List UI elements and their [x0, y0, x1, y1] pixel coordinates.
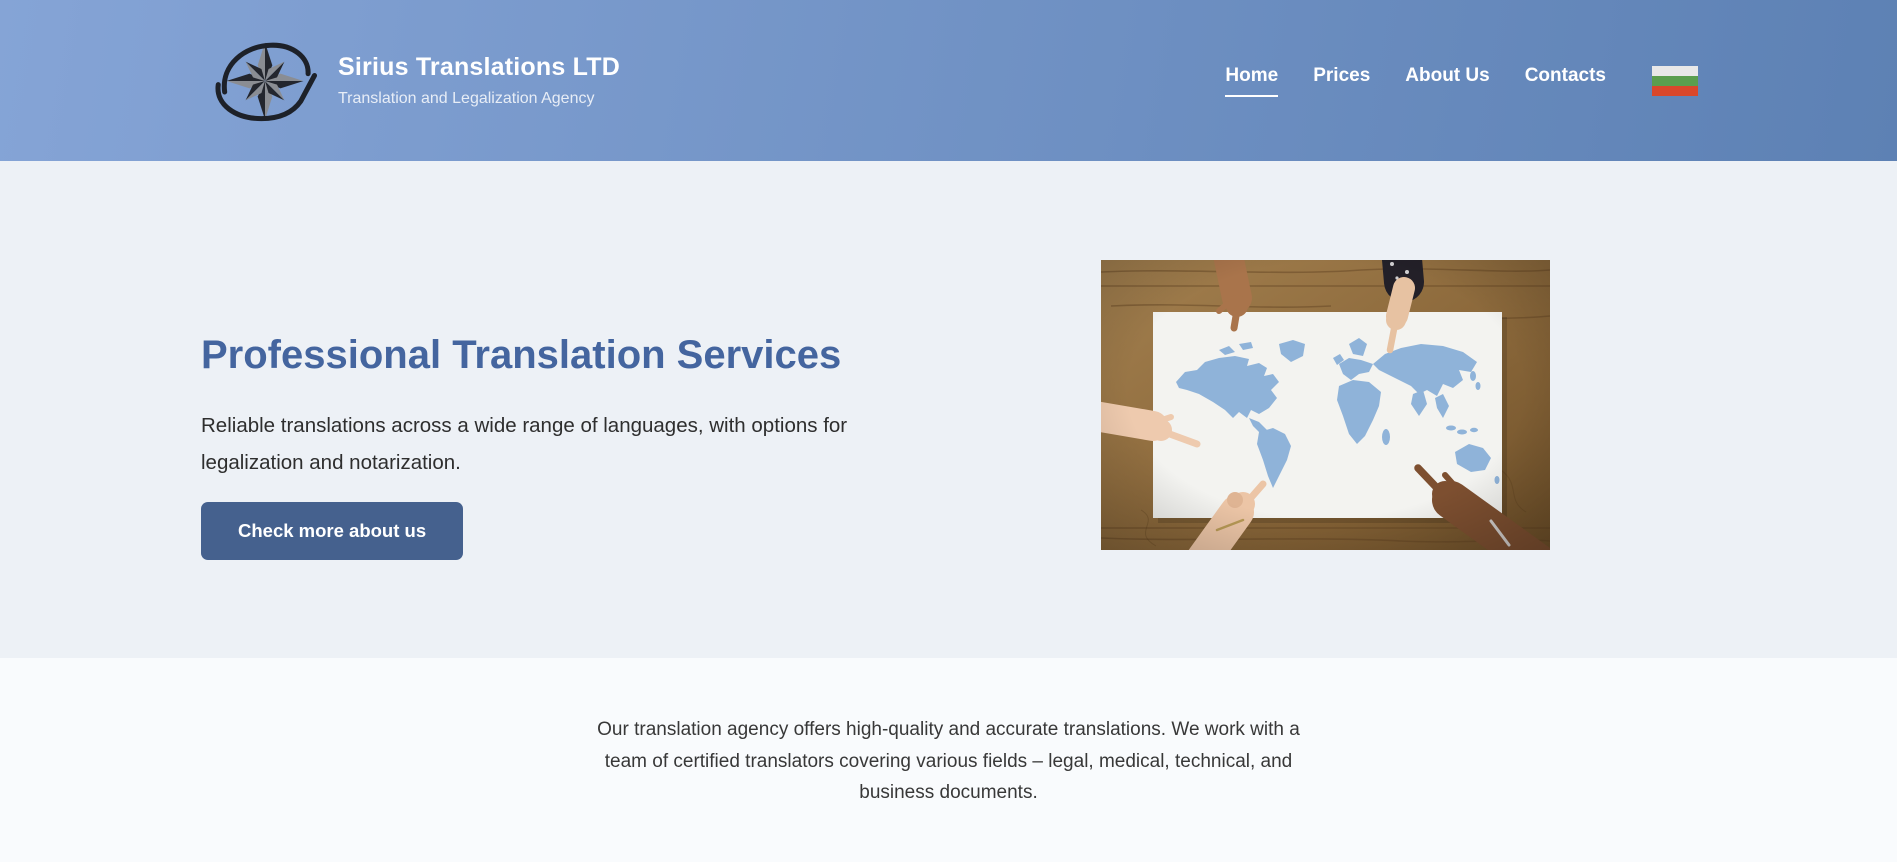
- world-map-photo-graphic: [1101, 260, 1550, 550]
- site-header: Sirius Translations LTD Translation and …: [0, 0, 1897, 161]
- hero-section: Professional Translation Services Reliab…: [0, 161, 1897, 658]
- nav-item-about-us[interactable]: About Us: [1405, 65, 1489, 97]
- nav-item-home[interactable]: Home: [1225, 65, 1279, 97]
- hero-description: Reliable translations across a wide rang…: [201, 407, 847, 481]
- about-line-1: Our translation agency offers high-quali…: [597, 719, 1300, 740]
- nav-item-prices[interactable]: Prices: [1313, 65, 1370, 97]
- nav-item-contacts[interactable]: Contacts: [1525, 65, 1606, 97]
- flag-stripe-green: [1652, 75, 1698, 86]
- main-nav: Home Prices About Us Contacts: [1225, 65, 1606, 97]
- about-line-2: team of certified translators covering v…: [604, 750, 1293, 772]
- brand-subtitle: Translation and Legalization Agency: [338, 90, 595, 107]
- about-text: Our translation agency offers high-quali…: [0, 658, 1897, 809]
- brand-text: Sirius Translations LTD Translation and …: [338, 53, 620, 108]
- flag-stripe-white: [1652, 65, 1698, 76]
- brand: Sirius Translations LTD Translation and …: [210, 34, 620, 128]
- hero-description-line-1: Reliable translations across a wide rang…: [201, 414, 848, 437]
- about-section: Our translation agency offers high-quali…: [0, 658, 1897, 862]
- world-map-photo: [1101, 260, 1550, 550]
- about-line-3: business documents.: [859, 782, 1038, 803]
- brand-title: Sirius Translations LTD: [338, 53, 620, 81]
- compass-orbit-logo-icon: [215, 42, 318, 121]
- flag-stripe-red: [1652, 85, 1698, 96]
- check-more-button[interactable]: Check more about us: [201, 502, 464, 560]
- bulgaria-flag-icon[interactable]: [1652, 65, 1698, 96]
- hero-heading: Professional Translation Services: [201, 333, 842, 377]
- hero-description-line-2: legalization and notarization.: [201, 451, 461, 474]
